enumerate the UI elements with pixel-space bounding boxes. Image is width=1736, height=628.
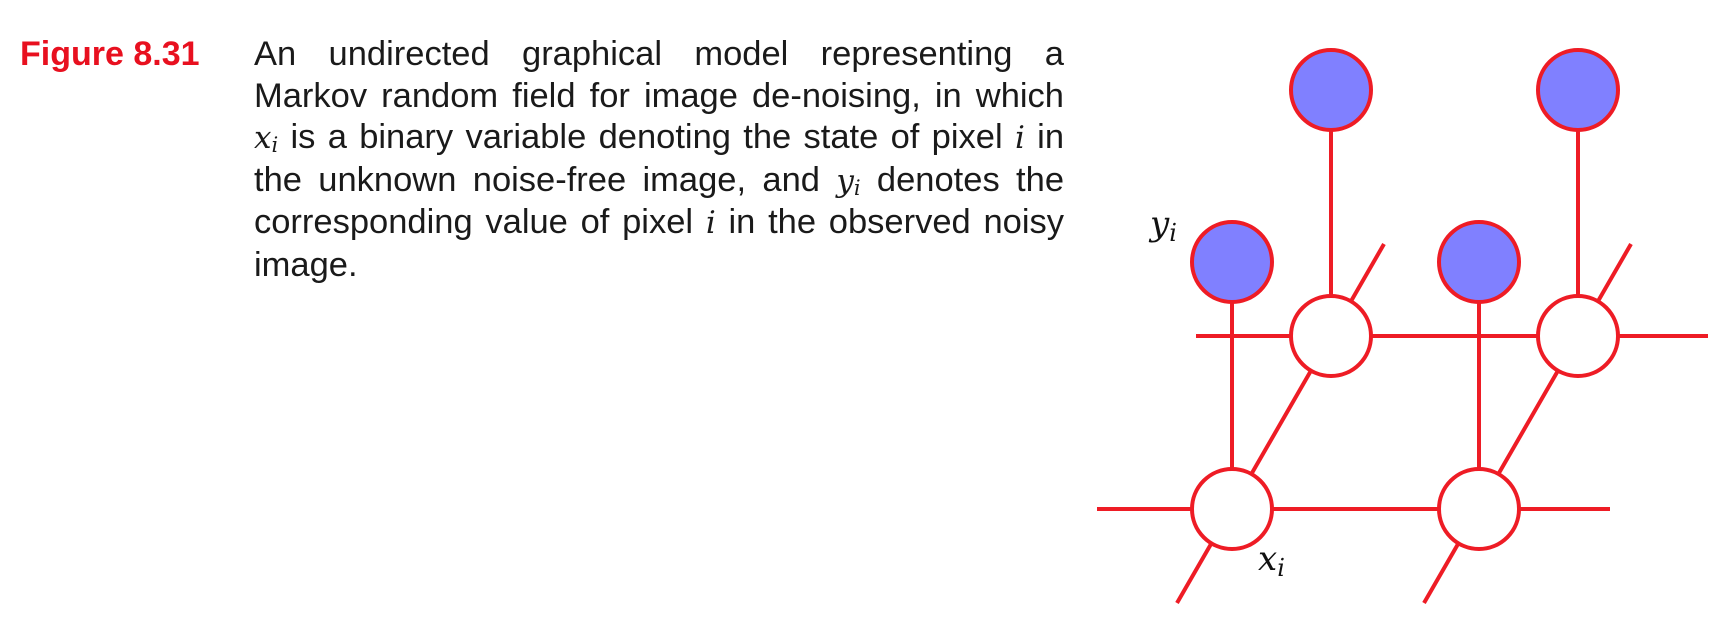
node-x-front-right — [1437, 467, 1521, 551]
node-x-back-right — [1536, 294, 1620, 378]
edge-depth-right — [1422, 243, 1633, 604]
edge-depth-left — [1175, 243, 1386, 604]
label-x-i: xi — [1258, 539, 1285, 582]
label-y-i: yi — [1148, 204, 1177, 247]
node-x-back-left — [1289, 294, 1373, 378]
node-y-front-left — [1190, 220, 1274, 304]
node-x-front-left — [1190, 467, 1274, 551]
node-y-back-right — [1536, 48, 1620, 132]
nodes — [1190, 48, 1620, 551]
node-y-front-right — [1437, 220, 1521, 304]
node-y-back-left — [1289, 48, 1373, 132]
mrf-diagram: yi xi — [1097, 48, 1708, 604]
